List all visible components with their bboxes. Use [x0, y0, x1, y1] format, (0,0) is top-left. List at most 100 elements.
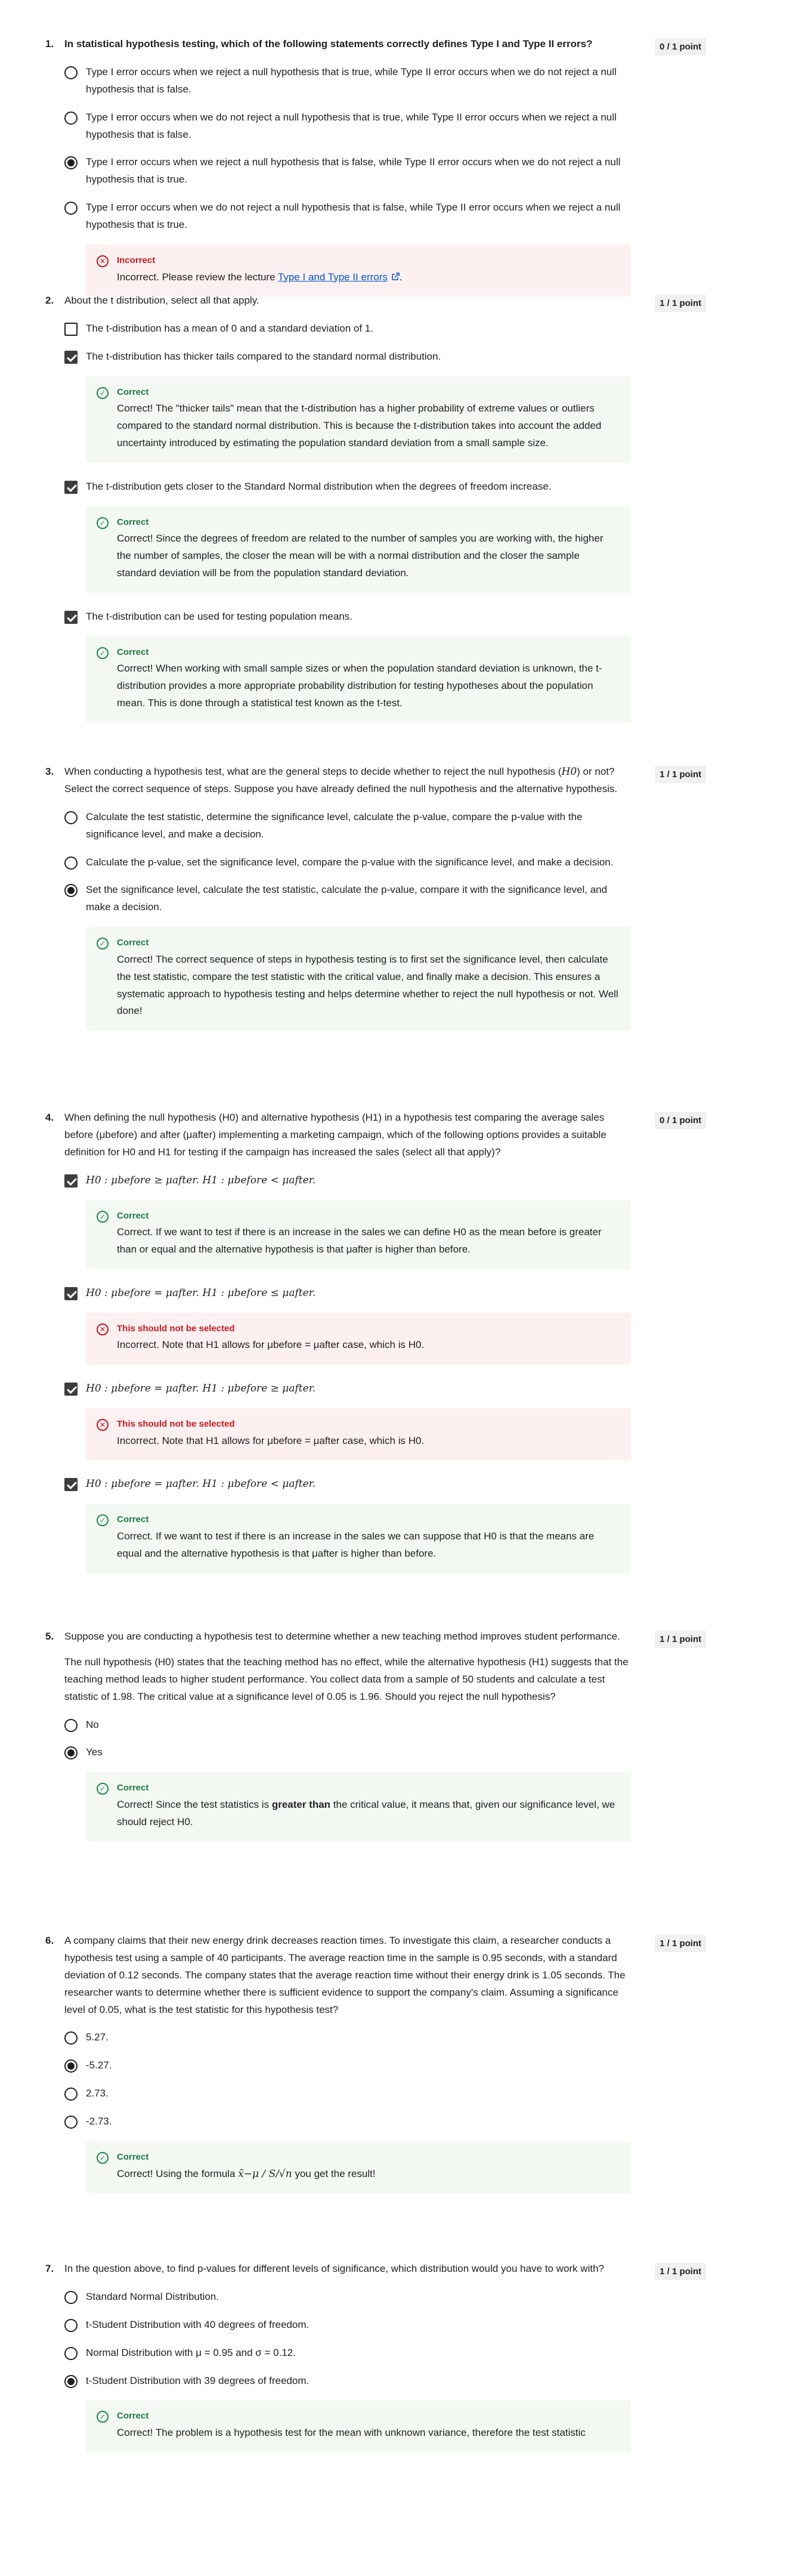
- option[interactable]: The t-distribution has thicker tails com…: [64, 348, 631, 366]
- radio-button[interactable]: [64, 856, 78, 870]
- option[interactable]: 2.73.: [64, 2085, 631, 2102]
- quiz-page: 1. 0 / 1 point In statistical hypothesis…: [0, 0, 786, 2576]
- feedback-title: Correct: [117, 1783, 149, 1793]
- radio-button[interactable]: [64, 1718, 78, 1732]
- option-label: The t-distribution has a mean of 0 and a…: [86, 322, 373, 334]
- question-7: 7. 1 / 1 point In the question above, to…: [45, 2260, 706, 2453]
- check-circle-icon: ✓: [97, 1514, 109, 1527]
- feedback-text: Correct! The problem is a hypothesis tes…: [117, 2426, 586, 2438]
- feedback-title: Correct: [117, 517, 149, 527]
- option[interactable]: Standard Normal Distribution.: [64, 2289, 631, 2306]
- option[interactable]: 5.27.: [64, 2029, 631, 2046]
- feedback-incorrect: ✕ This should not be selected Incorrect.…: [86, 1312, 631, 1365]
- radio-button[interactable]: [64, 66, 78, 79]
- radio-button[interactable]: [64, 2031, 78, 2045]
- option[interactable]: Type I error occurs when we do not rejec…: [64, 199, 631, 234]
- option-label: Normal Distribution with μ = 0.95 and σ …: [86, 2346, 296, 2358]
- feedback-text: Correct! When working with small sample …: [117, 663, 602, 709]
- option-label: Type I error occurs when we reject a nul…: [86, 66, 617, 95]
- checkbox-checked[interactable]: [64, 350, 78, 364]
- option[interactable]: Normal Distribution with μ = 0.95 and σ …: [64, 2345, 631, 2362]
- radio-button[interactable]: [64, 2088, 78, 2101]
- points-badge: 1 / 1 point: [654, 766, 706, 783]
- question-prompt: About the t distribution, select all tha…: [64, 295, 259, 306]
- radio-button[interactable]: [64, 2290, 78, 2304]
- question-prompt: When defining the null hypothesis (H0) a…: [64, 1112, 606, 1158]
- option[interactable]: The t-distribution can be used for testi…: [64, 608, 631, 626]
- feedback-correct: ✓ Correct Correct! The "thicker tails" m…: [86, 376, 631, 463]
- lecture-link[interactable]: Type I and Type II errors: [278, 271, 388, 283]
- question-number: 5.: [45, 1631, 54, 1642]
- option[interactable]: -5.27.: [64, 2057, 631, 2074]
- option[interactable]: Calculate the p-value, set the significa…: [64, 854, 631, 871]
- radio-button-selected[interactable]: [64, 884, 78, 898]
- radio-button[interactable]: [64, 2318, 78, 2332]
- points-badge: 0 / 1 point: [654, 1112, 706, 1129]
- option[interactable]: The t-distribution gets closer to the St…: [64, 478, 631, 496]
- check-circle-icon: ✓: [97, 938, 109, 950]
- question-prompt: In the question above, to find p-values …: [64, 2263, 604, 2274]
- points-badge: 1 / 1 point: [654, 2263, 706, 2280]
- checkbox-checked[interactable]: [64, 1383, 78, 1396]
- option[interactable]: No: [64, 1717, 631, 1734]
- option[interactable]: Type I error occurs when we reject a nul…: [64, 154, 631, 188]
- question-number: 1.: [45, 38, 54, 50]
- option[interactable]: Calculate the test statistic, determine …: [64, 809, 631, 843]
- question-2: 2. 1 / 1 point About the t distribution,…: [45, 292, 706, 763]
- option-label: t-Student Distribution with 39 degrees o…: [86, 2374, 310, 2386]
- option[interactable]: Yes: [64, 1744, 631, 1761]
- x-circle-icon: ✕: [97, 1419, 109, 1431]
- option[interactable]: H0 : μbefore = μafter. H1 : μbefore < μa…: [64, 1476, 631, 1493]
- feedback-text: Incorrect. Note that H1 allows for μbefo…: [117, 1339, 425, 1351]
- option-label: -5.27.: [86, 2059, 112, 2071]
- feedback-title: Correct: [117, 938, 149, 948]
- option[interactable]: t-Student Distribution with 39 degrees o…: [64, 2373, 631, 2390]
- feedback-correct: ✓ Correct Correct! The correct sequence …: [86, 927, 631, 1031]
- option-label: H0 : μbefore = μafter. H1 : μbefore ≥ μa…: [86, 1383, 316, 1395]
- feedback-title: Correct: [117, 2152, 149, 2163]
- option-label: Yes: [86, 1746, 103, 1758]
- points-badge: 1 / 1 point: [654, 295, 706, 312]
- option[interactable]: H0 : μbefore = μafter. H1 : μbefore ≤ μa…: [64, 1285, 631, 1302]
- feedback-correct: ✓ Correct Correct! When working with sma…: [86, 636, 631, 723]
- option-label: Type I error occurs when we do not rejec…: [86, 111, 617, 140]
- option[interactable]: Type I error occurs when we do not rejec…: [64, 109, 631, 144]
- radio-button[interactable]: [64, 2346, 78, 2360]
- external-link-icon[interactable]: [391, 272, 400, 281]
- radio-button[interactable]: [64, 811, 78, 824]
- option[interactable]: t-Student Distribution with 40 degrees o…: [64, 2317, 631, 2334]
- radio-button[interactable]: [64, 202, 78, 215]
- checkbox-checked[interactable]: [64, 1174, 78, 1188]
- option-label: H0 : μbefore ≥ μafter. H1 : μbefore < μa…: [86, 1174, 316, 1186]
- option-label: Type I error occurs when we do not rejec…: [86, 202, 621, 231]
- radio-button[interactable]: [64, 2116, 78, 2129]
- feedback-correct: ✓ Correct Correct! Since the test statis…: [86, 1772, 631, 1842]
- option[interactable]: Set the significance level, calculate th…: [64, 882, 631, 916]
- check-circle-icon: ✓: [97, 1210, 109, 1223]
- option[interactable]: H0 : μbefore ≥ μafter. H1 : μbefore < μa…: [64, 1172, 631, 1189]
- radio-button-selected[interactable]: [64, 2374, 78, 2388]
- option[interactable]: Type I error occurs when we reject a nul…: [64, 64, 631, 98]
- option-label: 2.73.: [86, 2088, 109, 2099]
- radio-button-selected[interactable]: [64, 1746, 78, 1760]
- option[interactable]: -2.73.: [64, 2113, 631, 2130]
- option[interactable]: H0 : μbefore = μafter. H1 : μbefore ≥ μa…: [64, 1380, 631, 1397]
- option-label: Calculate the test statistic, determine …: [86, 811, 583, 840]
- radio-button[interactable]: [64, 111, 78, 125]
- radio-button-selected[interactable]: [64, 156, 78, 170]
- check-circle-icon: ✓: [97, 517, 109, 529]
- feedback-title: Correct: [117, 1514, 149, 1525]
- checkbox-checked[interactable]: [64, 1478, 78, 1492]
- formula: x̄−μ / S/√n: [238, 2167, 292, 2180]
- radio-button-selected[interactable]: [64, 2059, 78, 2073]
- feedback-text: Correct! The correct sequence of steps i…: [117, 953, 618, 1017]
- points-badge: 1 / 1 point: [654, 1631, 706, 1648]
- option-label: -2.73.: [86, 2116, 112, 2127]
- option[interactable]: The t-distribution has a mean of 0 and a…: [64, 320, 631, 338]
- feedback-title: Correct: [117, 386, 149, 397]
- checkbox[interactable]: [64, 322, 78, 336]
- checkbox-checked[interactable]: [64, 1287, 78, 1300]
- feedback-correct: ✓ Correct Correct. If we want to test if…: [86, 1504, 631, 1573]
- checkbox-checked[interactable]: [64, 480, 78, 494]
- checkbox-checked[interactable]: [64, 610, 78, 624]
